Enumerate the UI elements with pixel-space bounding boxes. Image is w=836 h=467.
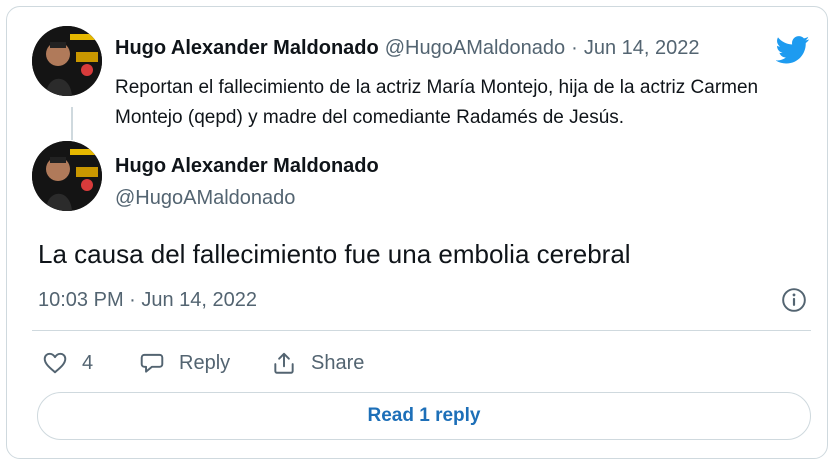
author-handle[interactable]: @HugoAMaldonado xyxy=(385,37,565,60)
share-icon xyxy=(274,352,294,374)
author-name[interactable]: Hugo Alexander Maldonado xyxy=(115,155,379,178)
reply-label: Reply xyxy=(179,351,231,374)
thread-line xyxy=(71,107,73,140)
quoted-tweet-header: Hugo Alexander Maldonado @HugoAMaldonado… xyxy=(115,37,699,60)
info-icon[interactable] xyxy=(781,287,807,318)
reply-button[interactable]: Reply xyxy=(139,347,230,379)
like-count: 4 xyxy=(82,351,94,374)
tweet-embed-card: Hugo Alexander Maldonado @HugoAMaldonado… xyxy=(6,6,828,459)
twitter-bird-icon[interactable] xyxy=(775,36,810,69)
read-replies-button[interactable]: Read 1 reply xyxy=(37,392,811,440)
divider xyxy=(32,330,811,331)
avatar[interactable] xyxy=(32,141,102,211)
heart-icon xyxy=(43,352,67,374)
separator-dot: · xyxy=(571,37,578,59)
like-button[interactable]: 4 xyxy=(42,347,93,379)
reply-icon xyxy=(140,353,164,373)
author-name[interactable]: Hugo Alexander Maldonado xyxy=(115,37,379,60)
share-button[interactable]: Share xyxy=(271,347,364,379)
avatar[interactable] xyxy=(32,26,102,96)
share-label: Share xyxy=(311,351,365,374)
tweet-timestamp[interactable]: 10:03 PM · Jun 14, 2022 xyxy=(38,289,257,312)
quoted-tweet-text: Reportan el fallecimiento de la actriz M… xyxy=(115,77,759,128)
tweet-date[interactable]: Jun 14, 2022 xyxy=(584,37,700,60)
tweet-text: La causa del fallecimiento fue una embol… xyxy=(38,239,631,269)
author-handle[interactable]: @HugoAMaldonado xyxy=(115,187,295,210)
